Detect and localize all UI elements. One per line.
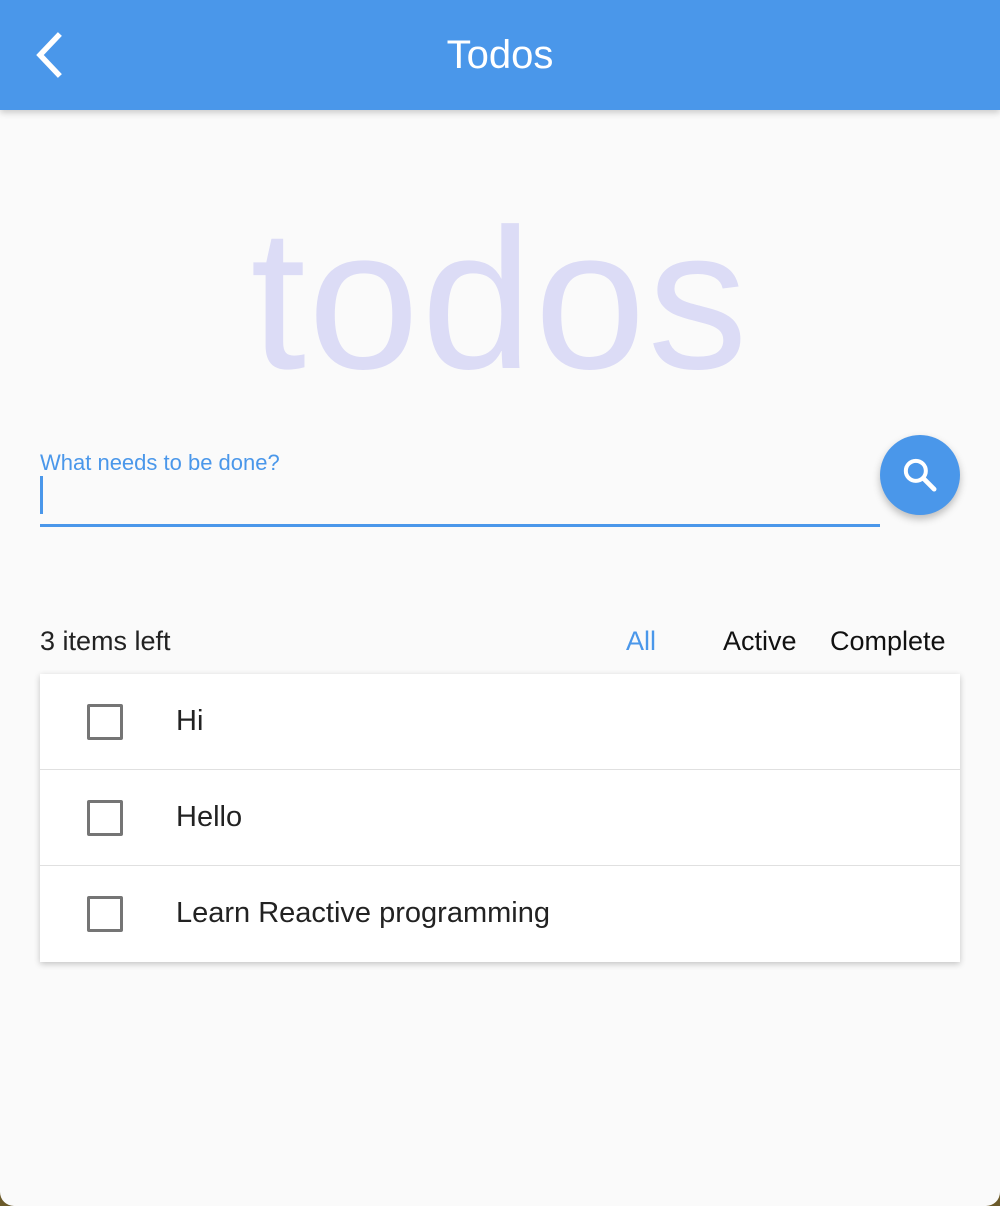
todo-checkbox[interactable] (87, 704, 123, 740)
todo-list: Hi Hello Learn Reactive programming (40, 674, 960, 962)
todo-text: Learn Reactive programming (176, 897, 550, 929)
app-bar: Todos (0, 0, 1000, 110)
filter-all[interactable]: All (626, 626, 656, 657)
todo-text: Hello (176, 801, 243, 833)
filter-active[interactable]: Active (723, 626, 797, 657)
chevron-left-icon (36, 32, 62, 78)
input-underline (40, 524, 880, 527)
todo-checkbox[interactable] (87, 896, 123, 932)
app-screen: Todos todos What needs to be done? 3 ite… (0, 0, 1000, 1206)
new-todo-label: What needs to be done? (40, 450, 280, 475)
text-cursor (40, 476, 43, 514)
filter-complete[interactable]: Complete (830, 626, 946, 657)
todo-text: Hi (176, 705, 204, 737)
search-button[interactable] (880, 435, 960, 515)
page-title: Todos (446, 33, 554, 77)
todo-item[interactable]: Learn Reactive programming (40, 866, 960, 962)
new-todo-field[interactable]: What needs to be done? (40, 446, 880, 528)
todo-footer: 3 items left All Active Complete (40, 620, 960, 664)
hero-heading: todos (250, 188, 750, 411)
back-button[interactable] (20, 25, 80, 85)
new-todo-input[interactable] (40, 474, 880, 522)
todo-item[interactable]: Hi (40, 674, 960, 770)
search-icon (903, 458, 937, 492)
todo-checkbox[interactable] (87, 800, 123, 836)
items-left-count: 3 items left (40, 626, 171, 656)
todo-item[interactable]: Hello (40, 770, 960, 866)
